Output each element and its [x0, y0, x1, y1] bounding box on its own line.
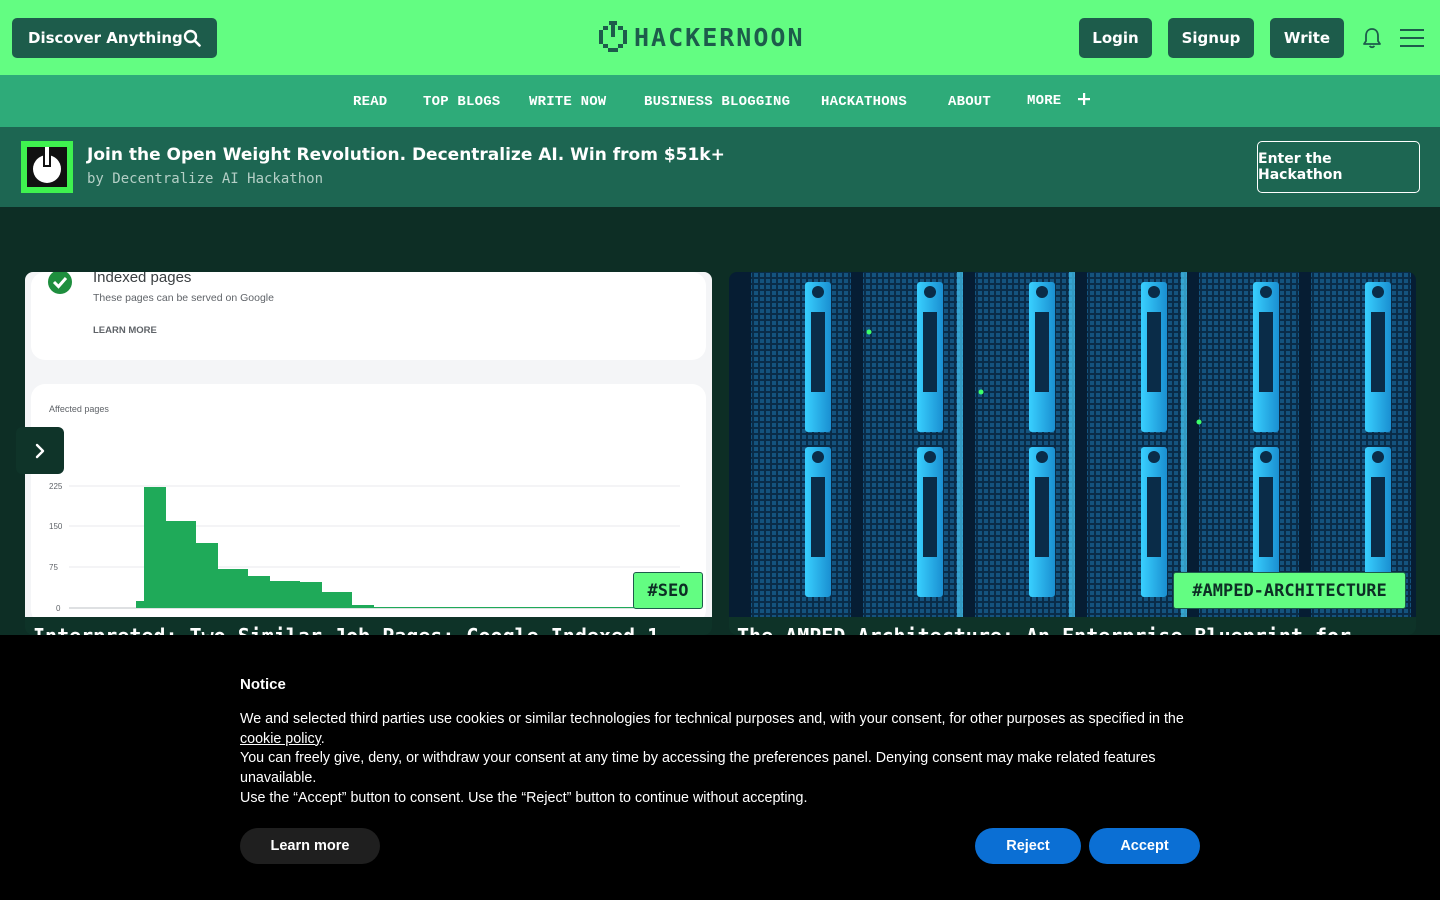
article-title[interactable]: The AMPED Architecture: An Enterprise Bl…: [737, 624, 1351, 635]
y-tick-225: 225: [49, 482, 63, 491]
cookie-notice-text: We and selected third parties use cookie…: [240, 710, 1200, 809]
y-tick-150: 150: [49, 522, 63, 531]
carousel-next-button[interactable]: [16, 427, 64, 474]
cookie-line-1-end: .: [320, 730, 325, 747]
affected-pages-title: Affected pages: [49, 404, 109, 414]
y-tick-75: 75: [49, 563, 58, 572]
nav-more-label: MORE: [1027, 93, 1062, 109]
hackernoon-logo-icon: [599, 21, 627, 52]
banner-title[interactable]: Join the Open Weight Revolution. Decentr…: [87, 145, 725, 165]
cookie-line-1-text: We and selected third parties use cookie…: [240, 711, 1184, 727]
article-card-amped-architecture[interactable]: #AMPED-ARCHITECTURE The AMPED Architectu…: [729, 272, 1416, 635]
indexed-pages-title: Indexed pages: [93, 272, 191, 286]
hackathon-banner: Join the Open Weight Revolution. Decentr…: [0, 127, 1440, 207]
indexed-learn-more: LEARN MORE: [93, 325, 157, 336]
cookie-line-2: You can freely give, deny, or withdraw y…: [240, 750, 1156, 787]
article-title[interactable]: Interpreted: Two Similar Job Pages; Goog…: [33, 624, 659, 635]
article-image-seo: Indexed pages These pages can be served …: [25, 272, 712, 617]
learn-more-button[interactable]: Learn more: [240, 828, 380, 864]
tag-seo[interactable]: #SEO: [633, 572, 703, 609]
cookie-policy-link[interactable]: cookie policy: [240, 731, 321, 747]
write-button[interactable]: Write: [1270, 18, 1344, 58]
discover-search-button[interactable]: Discover Anything: [12, 18, 217, 58]
cookie-line-1: We and selected third parties use cookie…: [240, 710, 1200, 749]
indexed-pages-subtitle: These pages can be served on Google: [93, 292, 274, 304]
search-button-label: Discover Anything: [28, 29, 183, 47]
nav-item-business-blogging[interactable]: BUSINESS BLOGGING: [644, 94, 790, 110]
tag-amped-architecture[interactable]: #AMPED-ARCHITECTURE: [1173, 572, 1406, 609]
hackathon-logo-icon: [21, 141, 73, 193]
enter-hackathon-button[interactable]: Enter the Hackathon: [1257, 141, 1420, 193]
nav-item-about[interactable]: ABOUT: [948, 94, 991, 110]
chevron-right-icon: [35, 443, 45, 458]
bell-icon[interactable]: [1361, 27, 1383, 49]
login-button[interactable]: Login: [1079, 18, 1152, 58]
cookie-line-3: Use the “Accept” button to consent. Use …: [240, 789, 808, 806]
top-header: Discover Anything HACKERNOON Login Signu…: [0, 0, 1440, 75]
nav-item-hackathons[interactable]: HACKATHONS: [821, 94, 907, 110]
accept-button[interactable]: Accept: [1089, 828, 1200, 864]
article-card-seo[interactable]: Indexed pages These pages can be served …: [25, 272, 712, 635]
signup-button[interactable]: Signup: [1168, 18, 1254, 58]
hamburger-menu-icon[interactable]: [1400, 27, 1424, 49]
reject-button[interactable]: Reject: [975, 828, 1081, 864]
hackernoon-logo[interactable]: HACKERNOON: [598, 20, 805, 54]
logo-text: HACKERNOON: [634, 22, 805, 52]
search-icon: [183, 29, 201, 47]
plus-icon: [1078, 93, 1091, 105]
y-tick-0: 0: [56, 604, 61, 613]
article-image-servers: [729, 272, 1416, 617]
banner-subtitle: by Decentralize AI Hackathon: [87, 171, 324, 187]
main-nav: READ TOP BLOGS WRITE NOW BUSINESS BLOGGI…: [0, 75, 1440, 127]
nav-item-more[interactable]: MORE: [1027, 93, 1091, 109]
nav-item-top-blogs[interactable]: TOP BLOGS: [423, 94, 500, 110]
cookie-notice-title: Notice: [240, 676, 286, 693]
cookie-notice: Notice We and selected third parties use…: [0, 635, 1440, 900]
nav-item-read[interactable]: READ: [353, 94, 387, 110]
nav-item-write-now[interactable]: WRITE NOW: [529, 94, 606, 110]
